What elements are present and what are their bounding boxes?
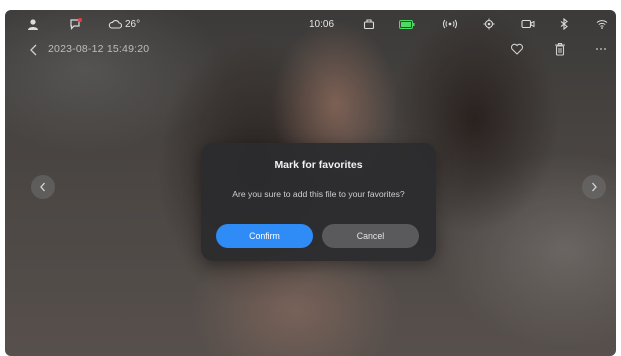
favorite-dialog: Mark for favorites Are you sure to add t…	[201, 143, 436, 261]
cancel-button[interactable]: Cancel	[322, 224, 419, 248]
hotspot-icon	[442, 16, 458, 32]
weather-cloud-icon	[108, 19, 122, 29]
status-bar: 26° 10:06	[5, 10, 616, 38]
dialog-title: Mark for favorites	[274, 159, 363, 171]
box-icon	[363, 16, 375, 32]
message-alert-icon[interactable]	[69, 16, 83, 32]
back-arrow-icon[interactable]	[27, 42, 41, 58]
trash-icon[interactable]	[554, 42, 566, 61]
temperature-text: 26°	[125, 18, 141, 30]
more-icon[interactable]	[594, 42, 608, 61]
wifi-icon	[596, 16, 608, 32]
battery-icon	[399, 16, 415, 32]
next-photo-button[interactable]	[582, 175, 606, 199]
screen: 26° 10:06 2023-08-12 15:49:20 Mark for f…	[5, 10, 616, 356]
confirm-button[interactable]: Confirm	[216, 224, 313, 248]
chevron-left-icon	[40, 182, 45, 192]
photo-datetime: 2023-08-12 15:49:20	[48, 43, 150, 55]
clock-text: 10:06	[309, 18, 335, 30]
bluetooth-icon	[559, 16, 569, 32]
chevron-right-icon	[592, 182, 597, 192]
camera-icon	[521, 16, 535, 32]
dialog-message: Are you sure to add this file to your fa…	[232, 189, 405, 199]
user-icon[interactable]	[27, 16, 39, 32]
previous-photo-button[interactable]	[31, 175, 55, 199]
weather: 26°	[108, 16, 140, 32]
location-icon	[483, 16, 495, 32]
heart-icon[interactable]	[510, 42, 524, 61]
viewer-header: 2023-08-12 15:49:20	[5, 38, 616, 62]
